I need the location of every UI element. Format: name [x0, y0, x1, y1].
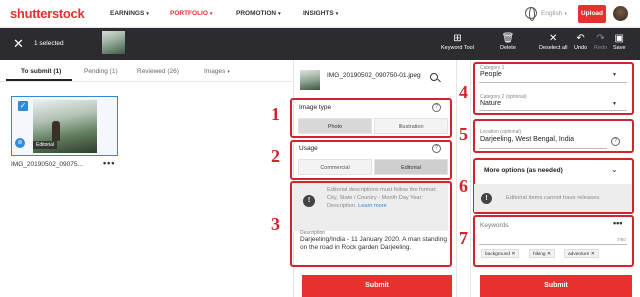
- image-type-photo[interactable]: Photo: [298, 118, 372, 134]
- help-icon[interactable]: ?: [432, 144, 441, 153]
- top-nav: shutterstock EARNINGS ▾ PORTFOLIO ▾ PROMOT…: [0, 0, 640, 28]
- remove-chip-icon[interactable]: ✕: [511, 252, 515, 257]
- keywords-input[interactable]: Keywords: [480, 222, 509, 229]
- upload-button[interactable]: Upload: [578, 5, 606, 23]
- help-icon[interactable]: ?: [432, 103, 441, 112]
- asset-thumbnail: [300, 70, 320, 90]
- more-menu-icon[interactable]: •••: [103, 158, 115, 168]
- selection-toolbar: ✕ 1 selected ⊞ Keyword Tool 🗑 Delete ✕ Dese…: [0, 28, 640, 60]
- field-underline: [479, 244, 627, 245]
- field-underline: [479, 82, 627, 83]
- save-button[interactable]: ▣ Save: [613, 32, 626, 51]
- close-icon[interactable]: ✕: [13, 36, 24, 52]
- shutterstock-logo[interactable]: shutterstock: [10, 6, 85, 21]
- nav-insights[interactable]: INSIGHTS ▾: [303, 10, 338, 17]
- field-underline: [479, 148, 607, 149]
- close-icon: ✕: [549, 33, 558, 44]
- asset-image-subject: [52, 121, 60, 141]
- tab-pending[interactable]: Pending (1): [84, 68, 118, 75]
- annotation-number-5: 5: [459, 124, 468, 144]
- field-underline: [479, 110, 627, 111]
- usage-editorial[interactable]: Editorial: [374, 159, 448, 175]
- category2-select[interactable]: Nature: [480, 100, 501, 107]
- delete-button[interactable]: 🗑 Delete: [500, 32, 516, 51]
- redo-icon: ↷: [596, 33, 605, 44]
- remove-chip-icon[interactable]: ✕: [547, 252, 551, 257]
- annotation-number-2: 2: [271, 146, 280, 166]
- annotation-number-6: 6: [459, 176, 468, 196]
- selected-thumbnail: [102, 31, 125, 54]
- annotation-number-4: 4: [459, 82, 468, 102]
- info-icon: !: [481, 193, 492, 204]
- keyword-chip[interactable]: adventure ✕: [564, 249, 599, 258]
- redo-button[interactable]: ↷ Redo: [594, 32, 607, 51]
- nav-promotion[interactable]: PROMOTION ▾: [236, 10, 281, 17]
- save-icon: ▣: [614, 33, 624, 44]
- more-options-toggle[interactable]: More options (as needed): [484, 167, 563, 174]
- tab-to-submit[interactable]: To submit (1): [21, 68, 61, 75]
- more-menu-icon[interactable]: •••: [613, 218, 622, 228]
- submit-button[interactable]: Submit: [302, 275, 452, 297]
- chevron-down-icon[interactable]: ⌄: [611, 165, 618, 174]
- divider: [0, 81, 292, 82]
- language-selector[interactable]: English ▾: [541, 10, 567, 17]
- images-filter-dropdown[interactable]: Images ▾: [204, 68, 230, 75]
- help-icon[interactable]: ?: [611, 137, 620, 146]
- usage-commercial[interactable]: Commercial: [298, 159, 372, 175]
- tab-reviewed[interactable]: Reviewed (26): [137, 68, 179, 75]
- keyword-tool-button[interactable]: ⊞ Keyword Tool: [441, 32, 474, 51]
- chevron-down-icon[interactable]: ▼: [612, 72, 617, 78]
- editorial-icon: ⊘: [15, 138, 25, 148]
- location-input[interactable]: Darjeeling, West Bengal, India: [480, 136, 574, 143]
- zoom-icon[interactable]: [430, 73, 438, 81]
- annotation-number-1: 1: [271, 104, 280, 124]
- globe-icon[interactable]: [525, 7, 537, 21]
- usage-title: Usage: [299, 145, 318, 152]
- selected-count: 1 selected: [34, 40, 64, 47]
- annotation-number-7: 7: [459, 228, 468, 248]
- asset-full-filename: IMG_20190502_090750-01.jpeg: [327, 72, 421, 79]
- submit-button[interactable]: Submit: [480, 275, 632, 297]
- location-label: Location (optional): [480, 129, 522, 135]
- image-type-illustration[interactable]: Illustration: [374, 118, 448, 134]
- asset-filename: IMG_20190502_09075...: [11, 161, 83, 168]
- annotation-number-3: 3: [271, 214, 280, 234]
- annotation-box-3: [290, 181, 452, 267]
- description-input[interactable]: Darjeeling/India - 11 January 2020. A ma…: [300, 236, 448, 252]
- checkbox-checked-icon[interactable]: ✓: [18, 101, 28, 111]
- keywords-count: 7/50: [617, 237, 626, 242]
- keyword-tool-icon: ⊞: [453, 33, 462, 44]
- editorial-label: Editorial: [33, 141, 58, 149]
- remove-chip-icon[interactable]: ✕: [591, 252, 595, 257]
- nav-portfolio[interactable]: PORTFOLIO ▾: [170, 10, 212, 17]
- chevron-down-icon[interactable]: ▼: [612, 101, 617, 107]
- undo-icon: ↶: [576, 33, 585, 44]
- releases-info-text: Editorial items cannot have releases.: [506, 195, 601, 201]
- deselect-all-button[interactable]: ✕ Deselect all: [539, 32, 567, 51]
- category1-select[interactable]: People: [480, 71, 502, 78]
- trash-icon: 🗑: [501, 33, 515, 44]
- undo-button[interactable]: ↶ Undo: [574, 32, 587, 51]
- keyword-chip[interactable]: hiking ✕: [529, 249, 555, 258]
- asset-card[interactable]: ✓ ⊘ Editorial: [11, 96, 118, 156]
- image-type-title: Image type: [299, 104, 332, 111]
- nav-earnings[interactable]: EARNINGS ▾: [110, 10, 149, 17]
- keyword-chip[interactable]: background ✕: [481, 249, 520, 258]
- avatar[interactable]: [613, 6, 628, 21]
